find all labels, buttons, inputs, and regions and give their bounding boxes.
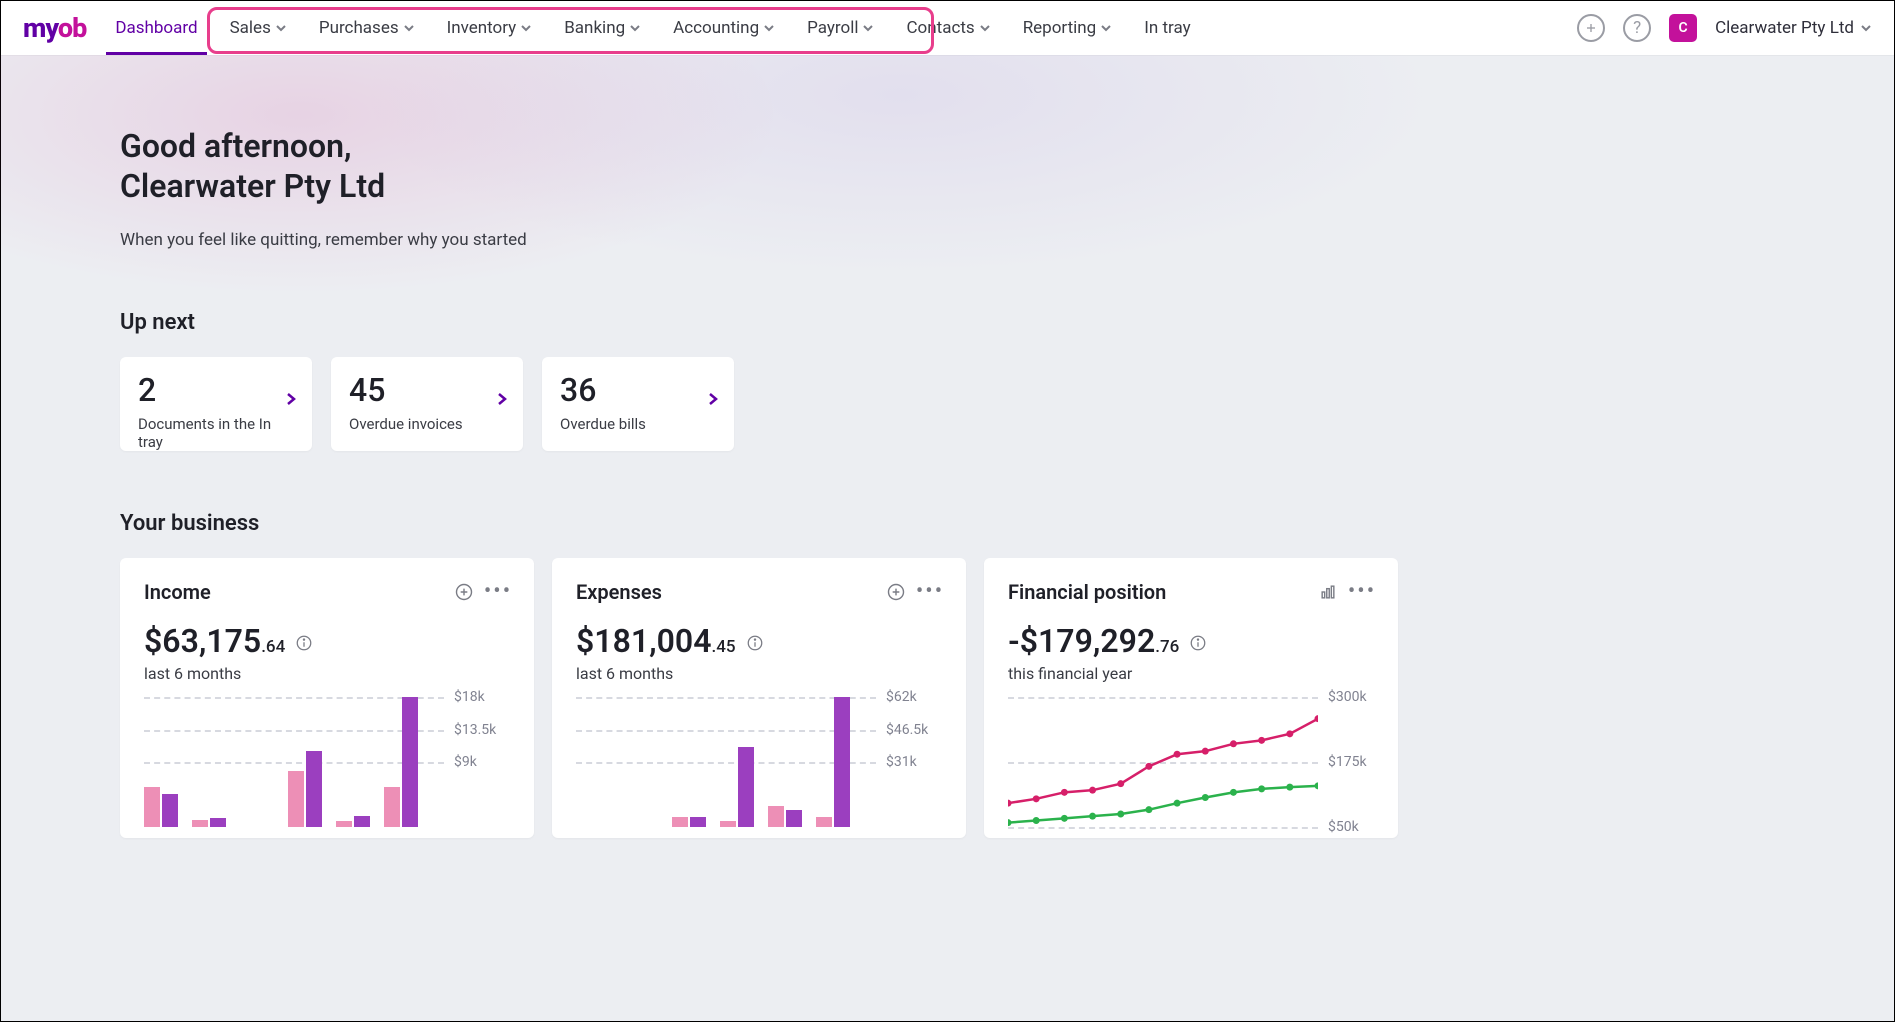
finpos-amount: -$179,292.76	[1008, 622, 1179, 660]
expenses-chart: $62k$46.5k$31k	[576, 697, 942, 827]
nav-item-payroll[interactable]: Payroll	[798, 1, 883, 55]
nav-item-contacts[interactable]: Contacts	[897, 1, 999, 55]
nav-item-dashboard[interactable]: Dashboard	[106, 1, 206, 55]
top-nav: myob Dashboard Sales Purchases Inventory Ban…	[1, 1, 1894, 56]
finpos-more-icon[interactable]: •••	[1350, 580, 1374, 604]
nav-item-label: Payroll	[807, 18, 858, 38]
upnext-count: 36	[560, 371, 716, 409]
nav-item-label: Reporting	[1023, 18, 1097, 38]
business-cards: Income ••• $63,175.64 last 6 months $18k…	[120, 558, 1894, 838]
chevron-down-icon	[1100, 22, 1112, 34]
income-chart: $18k$13.5k$9k	[144, 697, 510, 827]
upnext-desc: Overdue invoices	[349, 415, 505, 433]
nav-items: Dashboard Sales Purchases Inventory Banking A…	[106, 1, 1199, 55]
nav-item-label: Banking	[564, 18, 625, 38]
nav-right: ? C Clearwater Pty Ltd	[1577, 14, 1872, 42]
help-button[interactable]: ?	[1623, 14, 1651, 42]
finpos-card: Financial position ••• -$179,292.76 this…	[984, 558, 1398, 838]
nav-item-label: Dashboard	[115, 18, 197, 38]
chevron-right-icon	[708, 391, 718, 410]
finpos-chart: $300k$175k$50k	[1008, 697, 1374, 827]
nav-item-label: Sales	[230, 18, 271, 38]
greeting-subtitle: When you feel like quitting, remember wh…	[120, 230, 1894, 250]
greeting-line2: Clearwater Pty Ltd	[120, 167, 385, 205]
greeting-heading: Good afternoon, Clearwater Pty Ltd	[120, 126, 1894, 206]
add-expense-icon[interactable]	[884, 580, 908, 604]
info-icon[interactable]	[1189, 634, 1207, 656]
nav-item-inventory[interactable]: Inventory	[438, 1, 542, 55]
info-icon[interactable]	[746, 634, 764, 656]
chevron-down-icon	[629, 22, 641, 34]
nav-item-label: Accounting	[673, 18, 759, 38]
income-amount: $63,175.64	[144, 622, 285, 660]
main-content: Good afternoon, Clearwater Pty Ltd When …	[1, 56, 1894, 838]
nav-item-label: Inventory	[447, 18, 517, 38]
chevron-down-icon	[763, 22, 775, 34]
upnext-desc: Documents in the In tray	[138, 415, 294, 451]
logo-myob: myob	[23, 12, 86, 44]
income-period: last 6 months	[144, 664, 510, 683]
nav-item-label: In tray	[1144, 18, 1190, 38]
finpos-title: Financial position	[1008, 580, 1306, 604]
business-title: Your business	[120, 511, 1894, 536]
upnext-cards: 2 Documents in the In tray 45 Overdue in…	[120, 357, 1894, 451]
finpos-period: this financial year	[1008, 664, 1374, 683]
upnext-card[interactable]: 2 Documents in the In tray	[120, 357, 312, 451]
nav-item-accounting[interactable]: Accounting	[664, 1, 784, 55]
chevron-right-icon	[286, 391, 296, 410]
chevron-down-icon	[979, 22, 991, 34]
expenses-title: Expenses	[576, 580, 874, 604]
company-name: Clearwater Pty Ltd	[1715, 18, 1854, 38]
chevron-down-icon	[520, 22, 532, 34]
income-card: Income ••• $63,175.64 last 6 months $18k…	[120, 558, 534, 838]
greeting-line1: Good afternoon,	[120, 127, 352, 165]
chevron-down-icon	[862, 22, 874, 34]
upnext-count: 45	[349, 371, 505, 409]
chevron-down-icon	[1860, 22, 1872, 34]
chevron-down-icon	[403, 22, 415, 34]
finpos-chart-icon[interactable]	[1316, 580, 1340, 604]
nav-item-sales[interactable]: Sales	[221, 1, 296, 55]
income-more-icon[interactable]: •••	[486, 580, 510, 604]
avatar[interactable]: C	[1669, 14, 1697, 42]
add-income-icon[interactable]	[452, 580, 476, 604]
income-title: Income	[144, 580, 442, 604]
nav-item-label: Purchases	[319, 18, 399, 38]
company-switcher[interactable]: Clearwater Pty Ltd	[1715, 18, 1872, 38]
nav-item-banking[interactable]: Banking	[555, 1, 650, 55]
nav-item-reporting[interactable]: Reporting	[1014, 1, 1122, 55]
expenses-card: Expenses ••• $181,004.45 last 6 months $…	[552, 558, 966, 838]
chevron-right-icon	[497, 391, 507, 410]
nav-item-label: Contacts	[906, 18, 974, 38]
upnext-card[interactable]: 45 Overdue invoices	[331, 357, 523, 451]
add-button[interactable]	[1577, 14, 1605, 42]
expenses-period: last 6 months	[576, 664, 942, 683]
expenses-more-icon[interactable]: •••	[918, 580, 942, 604]
expenses-amount: $181,004.45	[576, 622, 736, 660]
upnext-card[interactable]: 36 Overdue bills	[542, 357, 734, 451]
upnext-title: Up next	[120, 310, 1894, 335]
upnext-desc: Overdue bills	[560, 415, 716, 433]
chevron-down-icon	[275, 22, 287, 34]
nav-item-in-tray[interactable]: In tray	[1135, 1, 1199, 55]
info-icon[interactable]	[295, 634, 313, 656]
upnext-count: 2	[138, 371, 294, 409]
nav-item-purchases[interactable]: Purchases	[310, 1, 424, 55]
